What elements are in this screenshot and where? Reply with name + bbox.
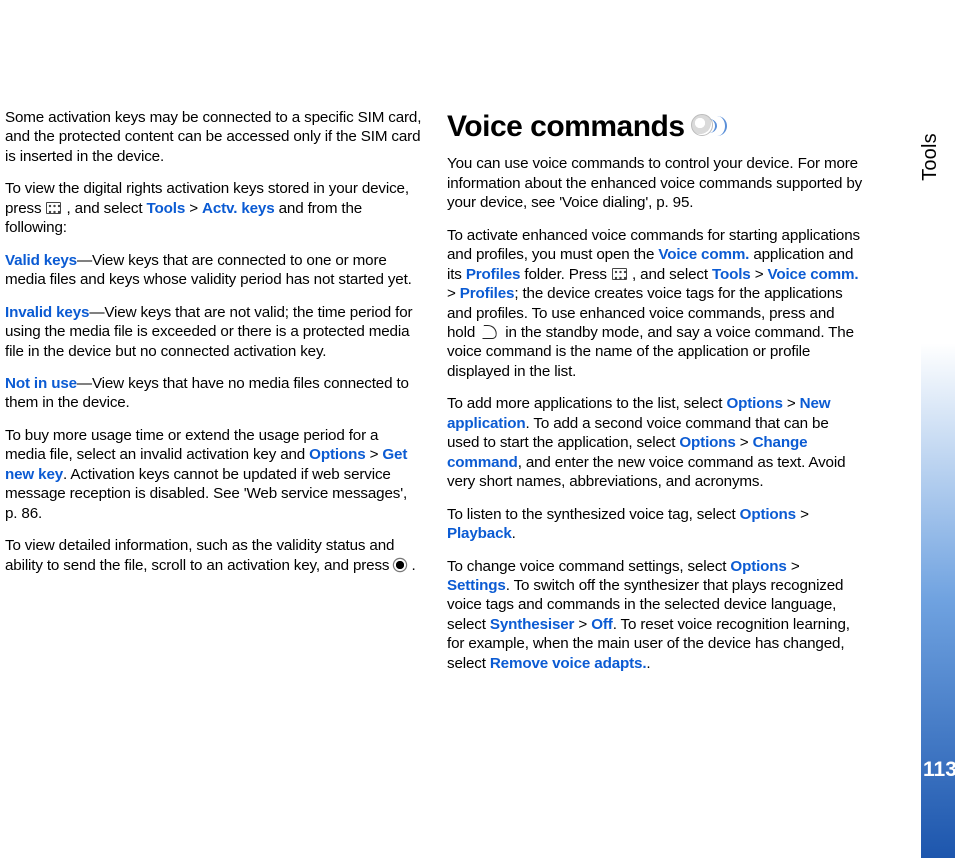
text: folder. Press (524, 266, 611, 283)
label-not-in-use: Not in use (5, 375, 77, 392)
link-tools: Tools (712, 266, 751, 283)
link-options: Options (679, 434, 735, 451)
text: . (407, 557, 415, 574)
para: To add more applications to the list, se… (447, 394, 865, 491)
para: To change voice command settings, select… (447, 557, 865, 674)
text: . (646, 655, 650, 672)
side-gradient (921, 0, 955, 858)
para: To view the digital rights activation ke… (5, 179, 423, 237)
text: > (578, 616, 591, 633)
menu-key-icon (46, 202, 61, 214)
link-settings: Settings (447, 577, 506, 594)
heading-voice-commands: Voice commands (447, 108, 865, 146)
para: To listen to the synthesized voice tag, … (447, 505, 865, 544)
link-profiles: Profiles (466, 266, 521, 283)
heading-text: Voice commands (447, 108, 685, 146)
text: To add more applications to the list, se… (447, 395, 726, 412)
para: Not in use—View keys that have no media … (5, 374, 423, 413)
para: To buy more usage time or extend the usa… (5, 426, 423, 523)
link-options: Options (740, 506, 796, 523)
link-voice-comm: Voice comm. (658, 246, 749, 263)
link-synthesiser: Synthesiser (490, 616, 574, 633)
para: Valid keys—View keys that are connected … (5, 251, 423, 290)
text: . Activation keys cannot be updated if w… (5, 466, 407, 522)
link-options: Options (309, 446, 365, 463)
para: You can use voice commands to control yo… (447, 154, 865, 212)
voice-icon-waves (707, 116, 727, 136)
text: To change voice command settings, select (447, 558, 730, 575)
text: . (512, 525, 516, 542)
text: , and select (632, 266, 712, 283)
text: To listen to the synthesized voice tag, … (447, 506, 740, 523)
section-label: Tools (919, 130, 942, 184)
text: > (787, 395, 800, 412)
label-invalid-keys: Invalid keys (5, 304, 89, 321)
link-remove-voice-adapts: Remove voice adapts. (490, 655, 647, 672)
left-column: Some activation keys may be connected to… (5, 108, 423, 686)
link-voice-comm: Voice comm. (767, 266, 858, 283)
link-off: Off (591, 616, 612, 633)
text: > (800, 506, 809, 523)
link-actv-keys: Actv. keys (202, 200, 275, 217)
text: in the standby mode, and say a voice com… (447, 324, 854, 380)
link-options: Options (726, 395, 782, 412)
text: To view detailed information, such as th… (5, 537, 394, 573)
label-valid-keys: Valid keys (5, 252, 77, 269)
menu-key-icon (612, 268, 627, 280)
link-profiles: Profiles (460, 285, 515, 302)
page-number: 113 (923, 758, 953, 782)
text: , and select (67, 200, 147, 217)
joystick-icon (394, 559, 406, 571)
text: > (755, 266, 768, 283)
para: To view detailed information, such as th… (5, 536, 423, 575)
content: Some activation keys may be connected to… (5, 108, 865, 686)
text: > (370, 446, 383, 463)
para: To activate enhanced voice commands for … (447, 226, 865, 382)
right-column: Voice commands You can use voice command… (447, 108, 865, 686)
text: > (189, 200, 202, 217)
text: > (447, 285, 460, 302)
page: Tools 113 Some activation keys may be co… (0, 0, 955, 858)
right-softkey-icon (483, 325, 497, 339)
link-options: Options (730, 558, 786, 575)
link-playback: Playback (447, 525, 512, 542)
para: Some activation keys may be connected to… (5, 108, 423, 166)
text: > (740, 434, 753, 451)
link-tools: Tools (147, 200, 186, 217)
para: Invalid keys—View keys that are not vali… (5, 303, 423, 361)
text: > (791, 558, 800, 575)
voice-icon (691, 110, 725, 144)
